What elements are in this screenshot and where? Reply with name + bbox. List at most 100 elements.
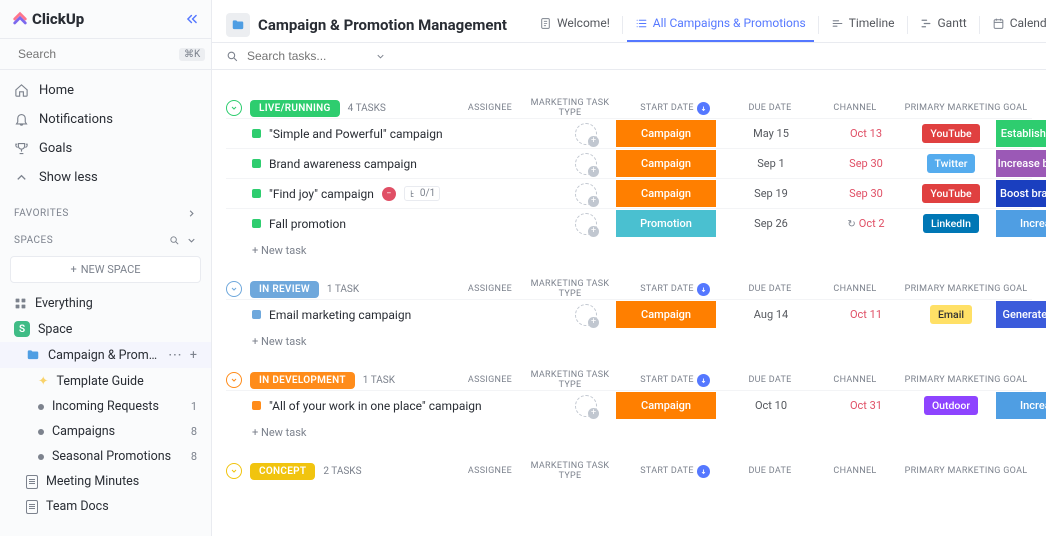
- list-item[interactable]: Incoming Requests 1: [0, 394, 211, 419]
- task-status-icon[interactable]: [252, 129, 261, 138]
- task-search-input[interactable]: [247, 49, 367, 63]
- col-header[interactable]: ASSIGNEE: [460, 279, 520, 299]
- nav-home[interactable]: Home: [0, 76, 211, 105]
- everything-item[interactable]: Everything: [0, 291, 211, 316]
- collapse-group-button[interactable]: [226, 100, 242, 116]
- new-task-button[interactable]: + New task: [226, 238, 1032, 257]
- new-task-button[interactable]: + New task: [226, 329, 1032, 348]
- space-item[interactable]: S Space: [0, 316, 211, 342]
- favorites-section[interactable]: FAVORITES: [0, 198, 211, 225]
- col-header[interactable]: DUE DATE: [730, 98, 810, 118]
- channel-tag[interactable]: LinkedIn: [923, 214, 979, 233]
- goal-tag[interactable]: Generate qualified leads: [996, 301, 1046, 328]
- col-header[interactable]: START DATE: [620, 461, 730, 481]
- collapse-group-button[interactable]: [226, 463, 242, 479]
- view-tab-gantt[interactable]: Gantt: [912, 8, 975, 42]
- col-header[interactable]: MARKETING TASK TYPE: [520, 279, 620, 299]
- folder-item[interactable]: Campaign & Promotion M... ⋯ +: [0, 342, 211, 368]
- channel-tag[interactable]: Twitter: [927, 154, 976, 173]
- due-date[interactable]: Sep 30: [826, 157, 906, 170]
- task-searchbar[interactable]: [212, 43, 1046, 70]
- task-row[interactable]: Brand awareness campaign Campaign Sep 1 …: [226, 148, 1032, 178]
- channel-tag[interactable]: Email: [930, 305, 972, 324]
- due-date[interactable]: Oct 11: [826, 308, 906, 321]
- sidebar-search-input[interactable]: [18, 47, 173, 61]
- collapse-sidebar-button[interactable]: [185, 12, 199, 26]
- collapse-group-button[interactable]: [226, 372, 242, 388]
- col-header[interactable]: PRIMARY MARKETING GOAL: [900, 461, 1032, 481]
- task-status-icon[interactable]: [252, 189, 261, 198]
- task-row[interactable]: "Find joy" campaign − 0/1 Campaign Sep 1…: [226, 178, 1032, 208]
- doc-item[interactable]: Meeting Minutes: [0, 469, 211, 494]
- task-type-tag[interactable]: Campaign: [616, 301, 716, 328]
- status-pill[interactable]: CONCEPT: [250, 463, 315, 480]
- task-row[interactable]: Email marketing campaign Campaign Aug 14…: [226, 299, 1032, 329]
- channel-tag[interactable]: YouTube: [922, 184, 979, 203]
- task-status-icon[interactable]: [252, 159, 261, 168]
- task-type-tag[interactable]: Campaign: [616, 150, 716, 177]
- status-pill[interactable]: LIVE/RUNNING: [250, 100, 340, 117]
- due-date[interactable]: Sep 30: [826, 187, 906, 200]
- collapse-group-button[interactable]: [226, 281, 242, 297]
- assignee-add[interactable]: [575, 153, 597, 175]
- assignee-add[interactable]: [575, 395, 597, 417]
- nav-notifications[interactable]: Notifications: [0, 105, 211, 134]
- col-header[interactable]: DUE DATE: [730, 461, 810, 481]
- add-icon[interactable]: +: [190, 348, 197, 363]
- task-status-icon[interactable]: [252, 219, 261, 228]
- view-tab-calendar[interactable]: Calendar: [984, 8, 1046, 42]
- nav-show-less[interactable]: Show less: [0, 163, 211, 192]
- task-type-tag[interactable]: Promotion: [616, 210, 716, 237]
- start-date[interactable]: Sep 19: [716, 187, 826, 200]
- col-header[interactable]: MARKETING TASK TYPE: [520, 98, 620, 118]
- col-header[interactable]: CHANNEL: [810, 461, 900, 481]
- list-item[interactable]: Campaigns 8: [0, 419, 211, 444]
- doc-item[interactable]: Team Docs: [0, 494, 211, 519]
- view-tab-welcome-[interactable]: Welcome!: [531, 8, 618, 42]
- goal-tag[interactable]: Increase revenue: [996, 210, 1046, 237]
- col-header[interactable]: ASSIGNEE: [460, 370, 520, 390]
- more-icon[interactable]: ⋯: [168, 347, 182, 363]
- new-task-button[interactable]: + New task: [226, 420, 1032, 439]
- task-status-icon[interactable]: [252, 310, 261, 319]
- chevron-down-icon[interactable]: [375, 51, 386, 62]
- col-header[interactable]: PRIMARY MARKETING GOAL: [900, 98, 1032, 118]
- task-type-tag[interactable]: Campaign: [616, 120, 716, 147]
- col-header[interactable]: PRIMARY MARKETING GOAL: [900, 370, 1032, 390]
- col-header[interactable]: START DATE: [620, 279, 730, 299]
- view-tab-timeline[interactable]: Timeline: [823, 8, 903, 42]
- assignee-add[interactable]: [575, 304, 597, 326]
- col-header[interactable]: PRIMARY MARKETING GOAL: [900, 279, 1032, 299]
- status-pill[interactable]: IN DEVELOPMENT: [250, 372, 355, 389]
- col-header[interactable]: MARKETING TASK TYPE: [520, 461, 620, 481]
- task-row[interactable]: "All of your work in one place" campaign…: [226, 390, 1032, 420]
- sidebar-search[interactable]: ⌘K: [0, 39, 211, 70]
- start-date[interactable]: Sep 1: [716, 157, 826, 170]
- task-type-tag[interactable]: Campaign: [616, 392, 716, 419]
- assignee-add[interactable]: [575, 183, 597, 205]
- task-row[interactable]: "Simple and Powerful" campaign Campaign …: [226, 118, 1032, 148]
- goal-tag[interactable]: Increase brand awareness: [996, 150, 1046, 177]
- assignee-add[interactable]: [575, 213, 597, 235]
- goal-tag[interactable]: Boost brand engagement: [996, 180, 1046, 207]
- col-header[interactable]: DUE DATE: [730, 370, 810, 390]
- goal-tag[interactable]: Increase revenue: [996, 392, 1046, 419]
- task-type-tag[interactable]: Campaign: [616, 180, 716, 207]
- col-header[interactable]: CHANNEL: [810, 279, 900, 299]
- channel-tag[interactable]: Outdoor: [924, 396, 978, 415]
- col-header[interactable]: START DATE: [620, 98, 730, 118]
- start-date[interactable]: Aug 14: [716, 308, 826, 321]
- due-date[interactable]: ↻Oct 2: [826, 217, 906, 230]
- app-logo[interactable]: ClickUp: [12, 10, 185, 28]
- task-status-icon[interactable]: [252, 401, 261, 410]
- chevron-down-icon[interactable]: [186, 235, 197, 246]
- task-row[interactable]: Fall promotion Promotion Sep 26 ↻Oct 2 L…: [226, 208, 1032, 238]
- col-header[interactable]: ASSIGNEE: [460, 461, 520, 481]
- col-header[interactable]: START DATE: [620, 370, 730, 390]
- start-date[interactable]: May 15: [716, 127, 826, 140]
- due-date[interactable]: Oct 31: [826, 399, 906, 412]
- goal-tag[interactable]: Establish brand authority: [996, 120, 1046, 147]
- col-header[interactable]: CHANNEL: [810, 98, 900, 118]
- start-date[interactable]: Oct 10: [716, 399, 826, 412]
- col-header[interactable]: ASSIGNEE: [460, 98, 520, 118]
